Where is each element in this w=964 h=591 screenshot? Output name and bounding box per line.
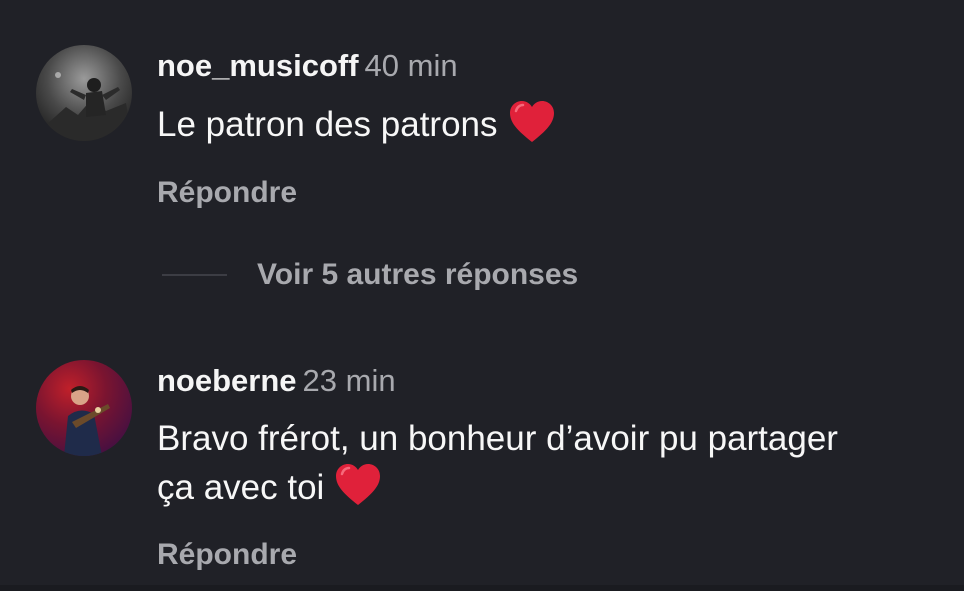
thread-line-divider (162, 274, 227, 276)
comment-text: Le patron des patrons (157, 100, 917, 157)
comment-meta: noe_musicoff 40 min (157, 48, 458, 84)
reply-button[interactable]: Répondre (157, 175, 297, 211)
username[interactable]: noe_musicoff (157, 48, 359, 83)
comment-body: Bravo frérot, un bonheur d’avoir pu part… (157, 419, 838, 507)
comment-item: noeberne 23 min Bravo frérot, un bonheur … (0, 340, 964, 585)
comment-item: noe_musicoff 40 min Le patron des patrons… (0, 0, 964, 240)
avatar[interactable] (36, 45, 132, 141)
heart-icon (334, 463, 382, 520)
avatar-noeberne-image (36, 360, 132, 456)
avatar[interactable] (36, 360, 132, 456)
timestamp: 23 min (302, 363, 396, 398)
avatar-noe-musicoff-image (36, 45, 132, 141)
timestamp: 40 min (364, 48, 458, 83)
reply-button[interactable]: Répondre (157, 537, 297, 573)
comment-body: Le patron des patrons (157, 105, 498, 144)
comment-meta: noeberne 23 min (157, 363, 396, 399)
bottom-divider (0, 585, 964, 591)
username[interactable]: noeberne (157, 363, 297, 398)
comment-text: Bravo frérot, un bonheur d’avoir pu part… (157, 415, 857, 520)
view-more-replies-button[interactable]: Voir 5 autres réponses (162, 255, 578, 295)
heart-icon (508, 100, 556, 157)
view-more-replies-label: Voir 5 autres réponses (257, 258, 579, 291)
